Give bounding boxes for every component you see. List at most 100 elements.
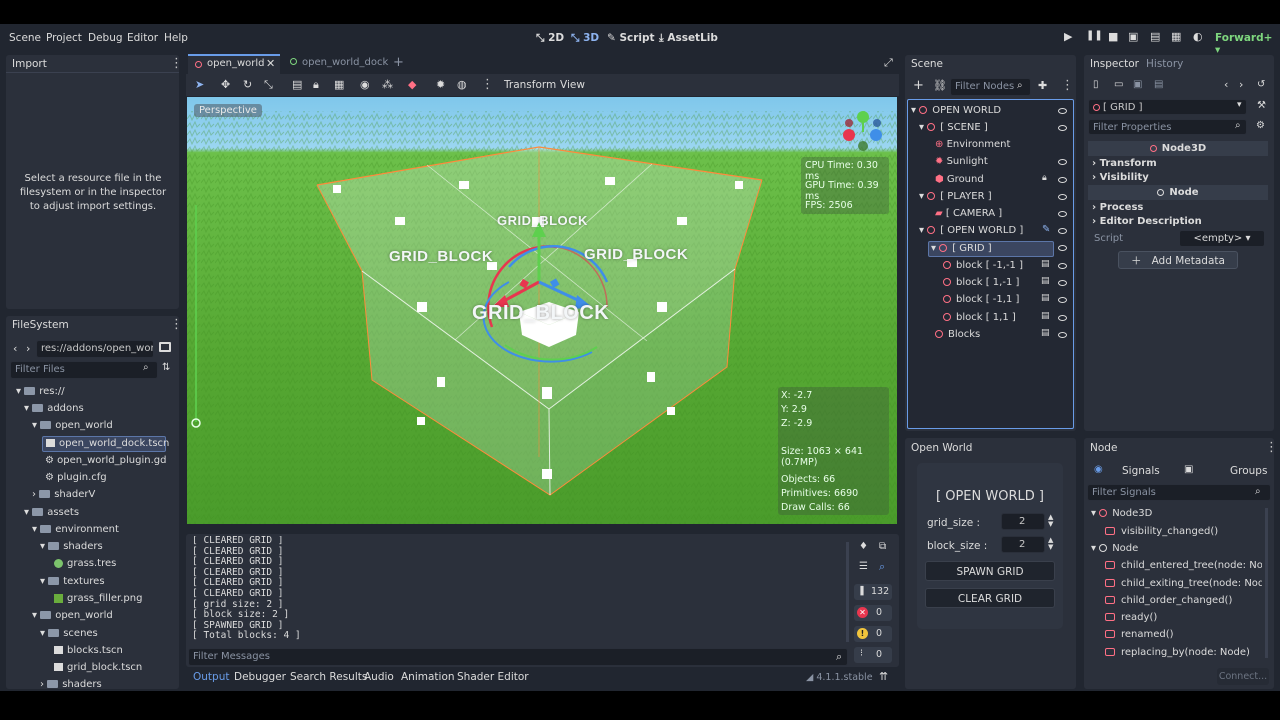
tab-signals[interactable]: ◉ Signals	[1088, 462, 1178, 480]
tree-item-textures[interactable]: ▾ textures	[40, 575, 105, 589]
signal-item[interactable]: child_entered_tree(node: Node)	[1105, 560, 1262, 571]
filesystem-menu-icon[interactable]: ⋮	[170, 318, 179, 331]
play-icon[interactable]: ▶	[1064, 30, 1072, 43]
tree-item-dock-scene[interactable]: open_world_dock.tscn	[42, 436, 169, 452]
instance-icon[interactable]: ▤	[1041, 293, 1050, 303]
forward-icon[interactable]: ›	[26, 342, 30, 355]
search-icon[interactable]: ⌕	[879, 560, 885, 574]
node-grid-selected[interactable]: ▾ [ GRID ]	[928, 241, 1054, 257]
tree-item-addons[interactable]: ▾ addons	[24, 402, 84, 416]
signal-class-node3d[interactable]: ▾ Node3D	[1091, 508, 1152, 519]
node-player[interactable]: ▾ [ PLAYER ]	[919, 190, 992, 204]
group-icon[interactable]: ▦	[334, 78, 344, 91]
node-block[interactable]: block [ 1,1 ]	[943, 311, 1016, 325]
preview-menu-icon[interactable]: ⋮	[481, 78, 494, 91]
back-icon[interactable]: ‹	[13, 342, 17, 355]
tab-open-world[interactable]: open_world ✕	[188, 54, 280, 74]
history-back-icon[interactable]: ‹	[1224, 78, 1228, 91]
menu-editor[interactable]: Editor	[127, 32, 158, 44]
instance-icon[interactable]: ▤	[1041, 328, 1050, 338]
clear-grid-button[interactable]: CLEAR GRID	[925, 588, 1055, 608]
history-icon[interactable]: ↺	[1257, 79, 1265, 90]
tab-groups[interactable]: ▣ Groups	[1180, 462, 1270, 480]
tree-item-blocks-tscn[interactable]: blocks.tscn	[54, 644, 123, 658]
output-scrollbar[interactable]	[846, 542, 849, 642]
load-resource-icon[interactable]: ▭	[1114, 79, 1123, 90]
instance-icon[interactable]: ▤	[1041, 259, 1050, 269]
visibility-icon[interactable]	[1058, 194, 1067, 200]
add-node-icon[interactable]: +	[913, 78, 924, 93]
mode-assetlib-button[interactable]: ⤓ AssetLib	[659, 32, 718, 45]
lock-icon[interactable]: 🔒︎	[1042, 173, 1047, 183]
node-environment[interactable]: ⊕ Environment	[935, 138, 1010, 152]
visibility-icon[interactable]	[1058, 228, 1067, 234]
menu-project[interactable]: Project	[46, 32, 82, 44]
scene-menu-icon[interactable]: ⋮	[1061, 79, 1074, 92]
sort-icon[interactable]: ⇅	[162, 362, 170, 373]
output-log[interactable]: [ CLEARED GRID ] [ CLEARED GRID ] [ CLEA…	[192, 536, 847, 644]
move-tool-icon[interactable]: ✥	[221, 78, 230, 91]
visibility-icon[interactable]	[1058, 125, 1067, 131]
visibility-icon[interactable]	[1058, 159, 1067, 165]
object-tools-icon[interactable]: ⚒	[1257, 100, 1266, 111]
visibility-icon[interactable]	[1058, 315, 1067, 321]
renderer-select[interactable]: Forward+ ▾	[1215, 32, 1280, 56]
snap-icon[interactable]: ⁂	[382, 78, 393, 91]
transform-menu[interactable]: Transform	[504, 79, 556, 91]
object-selector[interactable]: [ GRID ]	[1088, 99, 1247, 115]
tab-history[interactable]: History	[1146, 58, 1183, 70]
tree-item-plugin-gd[interactable]: ⚙ open_world_plugin.gd	[45, 454, 166, 468]
visibility-icon[interactable]	[1058, 263, 1067, 269]
signal-item[interactable]: visibility_changed()	[1105, 526, 1218, 537]
signal-item[interactable]: child_order_changed()	[1105, 595, 1232, 606]
tab-inspector[interactable]: Inspector	[1090, 58, 1139, 70]
filter-lines-icon[interactable]: ☰	[859, 561, 868, 572]
script-icon[interactable]: ✎	[1042, 224, 1050, 235]
tab-animation[interactable]: Animation	[401, 671, 455, 683]
add-metadata-button[interactable]: ＋ Add Metadata	[1118, 251, 1238, 269]
node-panel-title[interactable]: Node	[1090, 442, 1117, 454]
open-world-dock-title[interactable]: Open World	[911, 442, 972, 454]
connect-button[interactable]: Connect...	[1217, 668, 1269, 685]
tree-item-grid-block-tscn[interactable]: grid_block.tscn	[54, 661, 142, 675]
section-transform[interactable]: › Transform	[1092, 157, 1157, 171]
scale-tool-icon[interactable]: ⤡	[264, 78, 273, 92]
visibility-icon[interactable]	[1058, 332, 1067, 338]
tab-audio[interactable]: Audio	[364, 671, 394, 683]
path-field[interactable]: res://addons/open_world	[36, 340, 154, 358]
block-size-spinbox[interactable]: 2	[1001, 536, 1045, 553]
node-block[interactable]: block [ -1,-1 ]	[943, 259, 1023, 273]
grid-size-spinbox[interactable]: 2	[1001, 513, 1045, 530]
tab-search-results[interactable]: Search Results	[290, 671, 367, 683]
menu-help[interactable]: Help	[164, 32, 188, 44]
tree-item-grass-png[interactable]: grass_filler.png	[54, 592, 142, 606]
tree-item-environment[interactable]: ▾ environment	[32, 523, 119, 537]
split-view-icon[interactable]	[159, 342, 171, 352]
3d-viewport[interactable]: Perspective GRID_BLOCK GRID_BLOCK GRID_B…	[187, 97, 897, 524]
copy-icon[interactable]: ⧉	[879, 541, 886, 552]
tree-item-shaders[interactable]: ▾ shaders	[40, 540, 103, 554]
signal-item[interactable]: replacing_by(node: Node)	[1105, 647, 1250, 658]
distraction-free-icon[interactable]: ⤢	[884, 56, 893, 70]
pin-panel-icon[interactable]: ⇈	[879, 670, 888, 683]
tree-item-open-world-assets[interactable]: ▾ open_world	[32, 609, 113, 623]
node-panel-menu-icon[interactable]: ⋮	[1265, 441, 1278, 454]
sun-preview-icon[interactable]: ✹	[436, 78, 445, 91]
mode-3d-button[interactable]: ⤡ 3D	[571, 32, 599, 45]
tree-item-scenes[interactable]: ▾ scenes	[40, 627, 98, 641]
node-camera[interactable]: ▰ [ CAMERA ]	[935, 207, 1002, 221]
movie-maker-icon[interactable]: ◐	[1193, 30, 1203, 43]
filter-files-input[interactable]: Filter Files	[10, 361, 158, 379]
filter-properties-input[interactable]: Filter Properties	[1088, 119, 1247, 135]
script-property-value[interactable]: <empty> ▾	[1180, 231, 1264, 246]
stop-icon[interactable]: ■	[1108, 30, 1118, 43]
settings-icon[interactable]: ⚙	[1256, 120, 1265, 131]
mode-script-button[interactable]: ✎ Script	[607, 32, 655, 44]
pause-icon[interactable]: ❚❚	[1086, 30, 1103, 41]
visibility-icon[interactable]	[1058, 280, 1067, 286]
save-icon[interactable]: ▣	[1133, 79, 1142, 90]
signal-item[interactable]: ready()	[1105, 612, 1157, 623]
menu-scene[interactable]: Scene	[9, 32, 41, 44]
add-tab-icon[interactable]: +	[393, 55, 404, 70]
node-scene[interactable]: ▾ [ SCENE ]	[919, 121, 988, 135]
